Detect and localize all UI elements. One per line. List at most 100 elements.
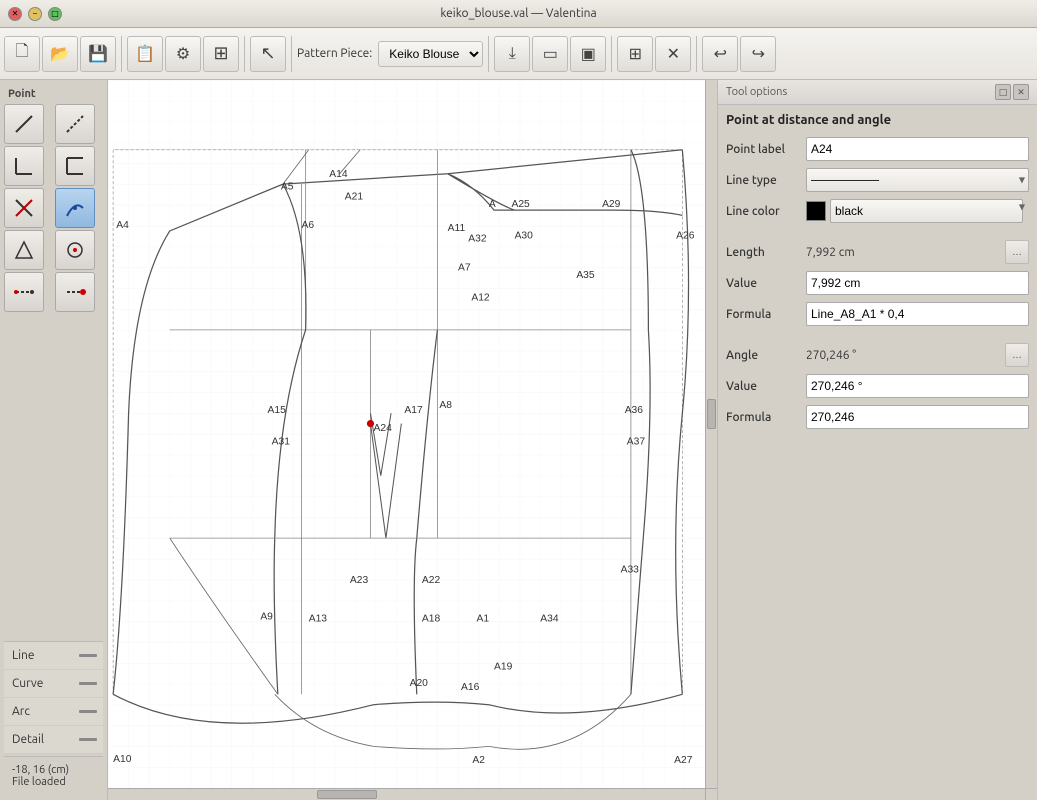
close2-button[interactable]: ✕ bbox=[655, 36, 691, 72]
save-button[interactable]: 💾 bbox=[80, 36, 116, 72]
angle-value-input[interactable] bbox=[806, 374, 1029, 398]
svg-text:A18: A18 bbox=[422, 613, 441, 624]
svg-text:A35: A35 bbox=[576, 270, 595, 281]
length-formula-row: Formula bbox=[726, 302, 1029, 326]
pattern-piece-select[interactable]: Keiko Blouse bbox=[378, 41, 483, 67]
pattern-canvas[interactable]: A A4 A5 A6 A7 A8 A9 A10 A11 A12 A13 A14 … bbox=[108, 80, 705, 788]
canvas-area[interactable]: A A4 A5 A6 A7 A8 A9 A10 A11 A12 A13 A14 … bbox=[108, 80, 717, 800]
svg-text:A9: A9 bbox=[260, 611, 273, 622]
angle-formula-button[interactable]: … bbox=[1005, 343, 1029, 367]
point-tool[interactable] bbox=[4, 230, 44, 270]
cursor-button[interactable]: ↖ bbox=[250, 36, 286, 72]
point2-tool[interactable] bbox=[55, 230, 95, 270]
tool-options-label: Tool options bbox=[726, 86, 787, 98]
main-area: Point bbox=[0, 80, 1037, 800]
intersect-tool[interactable] bbox=[4, 188, 44, 228]
right-panel: Tool options □ ✕ Point at distance and a… bbox=[717, 80, 1037, 800]
svg-text:A2: A2 bbox=[472, 755, 485, 766]
length-value-row: Value bbox=[726, 271, 1029, 295]
tools-grid bbox=[4, 104, 103, 312]
length-label: Length bbox=[726, 246, 806, 259]
titlebar: ✕ – □ keiko_blouse.val — Valentina bbox=[0, 0, 1037, 28]
print-button[interactable]: ▣ bbox=[570, 36, 606, 72]
point-label-row: Point label bbox=[726, 137, 1029, 161]
line-type-label: Line type bbox=[726, 174, 806, 187]
length-row: Length 7,992 cm … bbox=[726, 240, 1029, 264]
length-formula-button[interactable]: … bbox=[1005, 240, 1029, 264]
angle2-tool[interactable] bbox=[55, 146, 95, 186]
panel-close-button[interactable]: ✕ bbox=[1013, 84, 1029, 100]
length-formula-input[interactable] bbox=[806, 302, 1029, 326]
angle-row: Angle 270,246 ° … bbox=[726, 343, 1029, 367]
svg-text:A32: A32 bbox=[468, 233, 487, 244]
redo-button[interactable]: ↪ bbox=[740, 36, 776, 72]
svg-text:A16: A16 bbox=[461, 682, 480, 693]
svg-text:A31: A31 bbox=[272, 436, 291, 447]
svg-text:A17: A17 bbox=[404, 405, 423, 416]
separator-2 bbox=[244, 36, 245, 72]
options-button[interactable]: ⚙ bbox=[165, 36, 201, 72]
svg-text:A30: A30 bbox=[515, 230, 534, 241]
zoom-button[interactable]: ⊞ bbox=[617, 36, 653, 72]
tools-section-label: Point bbox=[4, 86, 103, 102]
line-type-wrapper: ──────── - - - - - ▼ bbox=[806, 168, 1029, 192]
import-button[interactable]: ⤓ bbox=[494, 36, 530, 72]
history-button[interactable]: 📋 bbox=[127, 36, 163, 72]
minimize-button[interactable]: – bbox=[28, 7, 42, 21]
close-button[interactable]: ✕ bbox=[8, 7, 22, 21]
angle-formula-row: Formula bbox=[726, 405, 1029, 429]
svg-text:A36: A36 bbox=[625, 405, 644, 416]
separator-1 bbox=[121, 36, 122, 72]
curve-point-tool[interactable] bbox=[55, 188, 95, 228]
open-button[interactable]: 📂 bbox=[42, 36, 78, 72]
dashed-line-tool[interactable] bbox=[55, 104, 95, 144]
svg-text:A13: A13 bbox=[309, 613, 328, 624]
point-label-input[interactable] bbox=[806, 137, 1029, 161]
line-color-select[interactable]: black red blue bbox=[830, 199, 1023, 223]
undo-button[interactable]: ↩ bbox=[702, 36, 738, 72]
line-type-select[interactable]: ──────── - - - - - bbox=[806, 168, 1029, 192]
angle-formula-input[interactable] bbox=[806, 405, 1029, 429]
maximize-button[interactable]: □ bbox=[48, 7, 62, 21]
dashed2-tool[interactable] bbox=[4, 272, 44, 312]
svg-text:A25: A25 bbox=[511, 199, 530, 210]
table-button[interactable]: ⊞ bbox=[203, 36, 239, 72]
svg-text:A21: A21 bbox=[345, 192, 364, 203]
scrollbar-corner bbox=[705, 788, 717, 800]
line-color-wrapper: black red blue ▼ bbox=[806, 199, 1029, 223]
angle-tool[interactable] bbox=[4, 146, 44, 186]
canvas-container[interactable]: A A4 A5 A6 A7 A8 A9 A10 A11 A12 A13 A14 … bbox=[108, 80, 705, 788]
svg-text:A14: A14 bbox=[329, 169, 348, 180]
curve-category[interactable]: Curve bbox=[4, 670, 103, 698]
tools-panel: Point bbox=[0, 80, 108, 800]
line-tool[interactable] bbox=[4, 104, 44, 144]
length-value-label: Value bbox=[726, 277, 806, 290]
horizontal-scrollbar[interactable] bbox=[108, 788, 705, 800]
angle-formula-label: Formula bbox=[726, 411, 806, 424]
svg-text:A27: A27 bbox=[674, 755, 693, 766]
svg-text:A29: A29 bbox=[602, 199, 621, 210]
new-button[interactable]: 🗋 bbox=[4, 36, 40, 72]
file-status: File loaded bbox=[12, 776, 95, 788]
line-type-row: Line type ──────── - - - - - ▼ bbox=[726, 168, 1029, 192]
separator-4 bbox=[488, 36, 489, 72]
svg-text:A6: A6 bbox=[302, 220, 315, 231]
svg-text:A34: A34 bbox=[540, 613, 559, 624]
horizontal-scrollbar-thumb[interactable] bbox=[317, 790, 377, 799]
length-display: 7,992 cm bbox=[806, 246, 1003, 259]
svg-text:A12: A12 bbox=[471, 293, 490, 304]
svg-text:A26: A26 bbox=[676, 230, 695, 241]
svg-text:A: A bbox=[489, 199, 496, 210]
arc-category[interactable]: Arc bbox=[4, 698, 103, 726]
vertical-scrollbar-thumb[interactable] bbox=[707, 399, 716, 429]
vertical-scrollbar[interactable] bbox=[705, 80, 717, 788]
panel-detach-button[interactable]: □ bbox=[995, 84, 1011, 100]
layout-button[interactable]: ▭ bbox=[532, 36, 568, 72]
length-value-input[interactable] bbox=[806, 271, 1029, 295]
svg-text:A10: A10 bbox=[113, 754, 132, 765]
svg-text:A24: A24 bbox=[374, 423, 393, 434]
detail-category[interactable]: Detail bbox=[4, 726, 103, 754]
separator-5 bbox=[611, 36, 612, 72]
anchor-tool[interactable] bbox=[55, 272, 95, 312]
line-category[interactable]: Line bbox=[4, 642, 103, 670]
